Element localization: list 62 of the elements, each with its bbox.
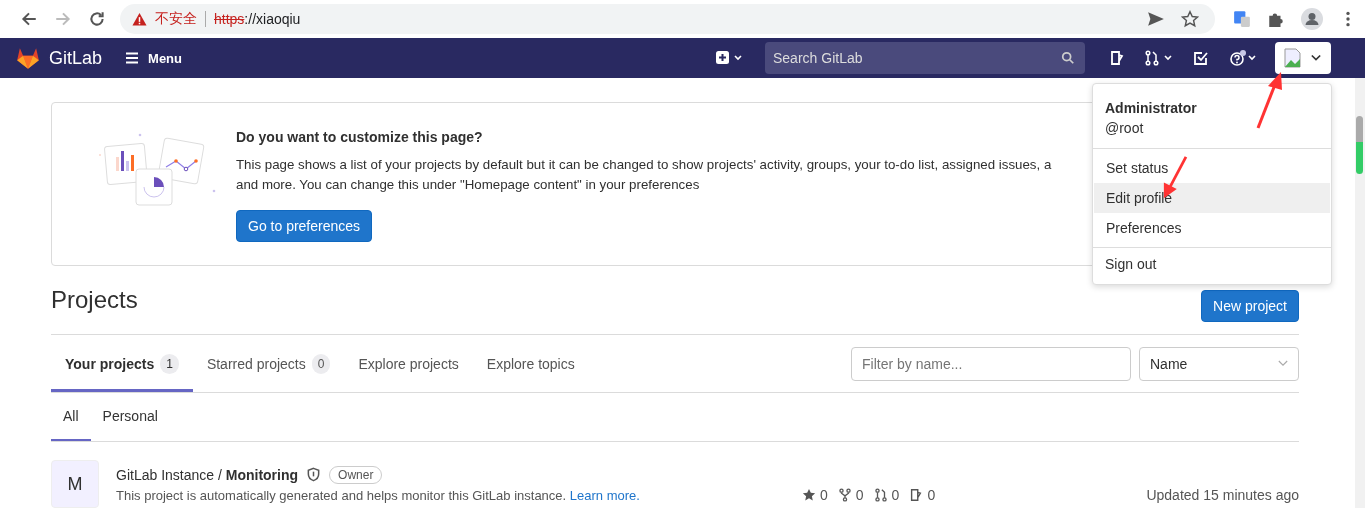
annotation-arrow-icon xyxy=(1254,70,1284,130)
menu-item[interactable]: Edit profile xyxy=(1094,183,1330,213)
filter-tab[interactable]: All xyxy=(51,393,91,441)
issues-icon xyxy=(909,488,924,502)
stat-count[interactable]: 0 xyxy=(802,487,828,503)
merge-request-icon[interactable] xyxy=(1145,50,1173,66)
merge-request-icon xyxy=(873,488,888,502)
stat-count[interactable]: 0 xyxy=(909,487,936,503)
shield-icon xyxy=(306,467,322,482)
menu-item[interactable]: Preferences xyxy=(1094,213,1330,243)
stat-count[interactable]: 0 xyxy=(873,487,900,503)
filter-tab[interactable]: Personal xyxy=(90,393,170,441)
reload-icon[interactable] xyxy=(88,10,106,28)
url-host: ://xiaoqiu xyxy=(244,11,301,27)
banner-text: and more. You can change this under "Homepage content" in your preferences xyxy=(236,176,701,194)
fork-icon xyxy=(837,488,852,502)
project-description: This project is automatically generated and helps monitor this GitLab instance. Learn more. xyxy=(116,487,641,503)
learn-more-link[interactable]: Learn more. xyxy=(569,487,640,503)
sort-dropdown[interactable]: Name xyxy=(1139,346,1299,381)
count-badge: 1 xyxy=(160,353,179,374)
todo-check-icon[interactable] xyxy=(1193,50,1209,66)
chevron-down-icon xyxy=(1311,54,1321,62)
profile-icon[interactable] xyxy=(1301,8,1323,30)
banner-title: Do you want to customize this page? xyxy=(236,129,484,145)
updated-time: Updated 15 minutes ago xyxy=(1146,487,1299,503)
broken-image-icon xyxy=(1283,48,1303,68)
search-icon xyxy=(1061,51,1075,65)
back-icon[interactable] xyxy=(20,10,38,28)
star-icon[interactable] xyxy=(1181,10,1199,28)
send-icon[interactable] xyxy=(1147,10,1165,28)
chevron-down-icon xyxy=(1278,360,1288,367)
menu-item[interactable]: Set status xyxy=(1094,153,1330,183)
menu-icon xyxy=(124,50,141,66)
warning-icon xyxy=(132,11,147,27)
user-handle: @root xyxy=(1105,119,1145,138)
filter-field[interactable]: Filter by name... xyxy=(851,346,1131,381)
project-avatar[interactable]: M xyxy=(51,460,99,508)
count-badge: 0 xyxy=(311,353,331,374)
url-scheme: https xyxy=(214,11,245,27)
project-tab[interactable]: Your projects 1 xyxy=(51,335,193,392)
security-label: 不安全 xyxy=(155,10,197,28)
user-name: Administrator xyxy=(1105,99,1198,118)
issues-icon[interactable] xyxy=(1109,50,1125,66)
project-tab[interactable]: Starred projects 0 xyxy=(192,335,345,392)
page-title: Projects xyxy=(51,286,138,314)
address-bar[interactable]: 不安全 https://xiaoqiu xyxy=(120,4,1215,34)
project-tab[interactable]: Explore projects xyxy=(344,335,473,392)
avatar-button[interactable] xyxy=(1275,42,1331,74)
star-icon xyxy=(802,488,816,502)
project-tab[interactable]: Explore topics xyxy=(472,335,589,392)
help-icon[interactable] xyxy=(1229,50,1257,66)
stat-count[interactable]: 0 xyxy=(837,487,864,503)
scrollbar[interactable] xyxy=(1355,78,1365,508)
search-field[interactable]: Search GitLab xyxy=(765,42,1085,74)
banner-text: This page shows a list of your projects by default but it can be changed to show projects' activity, groups, your to-do list, assigned issues, a xyxy=(236,156,1052,174)
menu-button[interactable]: Menu xyxy=(124,50,182,66)
preferences-button[interactable]: Go to preferences xyxy=(236,210,373,242)
plus-square-icon[interactable] xyxy=(715,50,743,66)
menu-item[interactable]: Sign out xyxy=(1093,247,1331,280)
new-project-button[interactable]: New project xyxy=(1201,290,1299,322)
brand-name[interactable]: GitLab xyxy=(49,47,103,69)
project-name[interactable]: GitLab Instance / Monitoring xyxy=(116,466,299,483)
